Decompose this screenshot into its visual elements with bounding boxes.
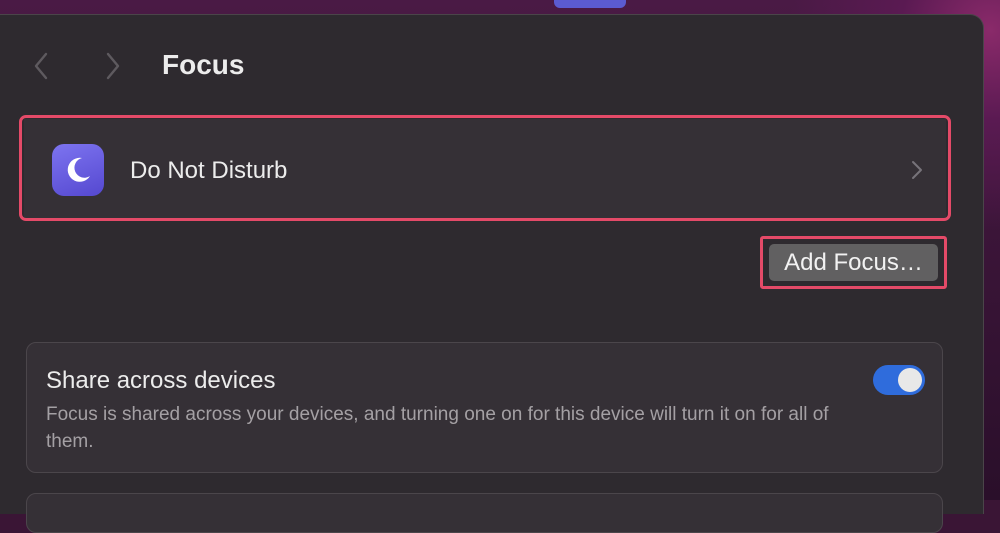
share-across-devices-toggle[interactable] [873, 365, 925, 395]
settings-window: Focus Do Not Disturb Add Focus… Share ac… [0, 14, 984, 533]
share-across-devices-panel: Share across devices Focus is shared acr… [26, 342, 943, 473]
focus-mode-row-do-not-disturb[interactable]: Do Not Disturb [24, 119, 946, 219]
share-setting-description: Focus is shared across your devices, and… [46, 404, 829, 452]
do-not-disturb-app-icon [52, 144, 104, 196]
chevron-left-icon [34, 52, 48, 80]
share-setting-title: Share across devices [46, 367, 276, 394]
focus-mode-label: Do Not Disturb [130, 157, 288, 184]
moon-icon [67, 157, 90, 182]
toggle-knob [898, 368, 922, 392]
chevron-right-icon [106, 52, 120, 80]
back-button[interactable] [30, 49, 52, 83]
chevron-right-icon [912, 161, 922, 179]
forward-button[interactable] [102, 49, 124, 83]
add-focus-button[interactable]: Add Focus… [769, 244, 938, 281]
page-title: Focus [162, 49, 245, 80]
menu-bar-indicator [554, 0, 626, 8]
highlight-box-add-focus: Add Focus… [760, 236, 947, 289]
next-settings-panel [26, 493, 943, 533]
